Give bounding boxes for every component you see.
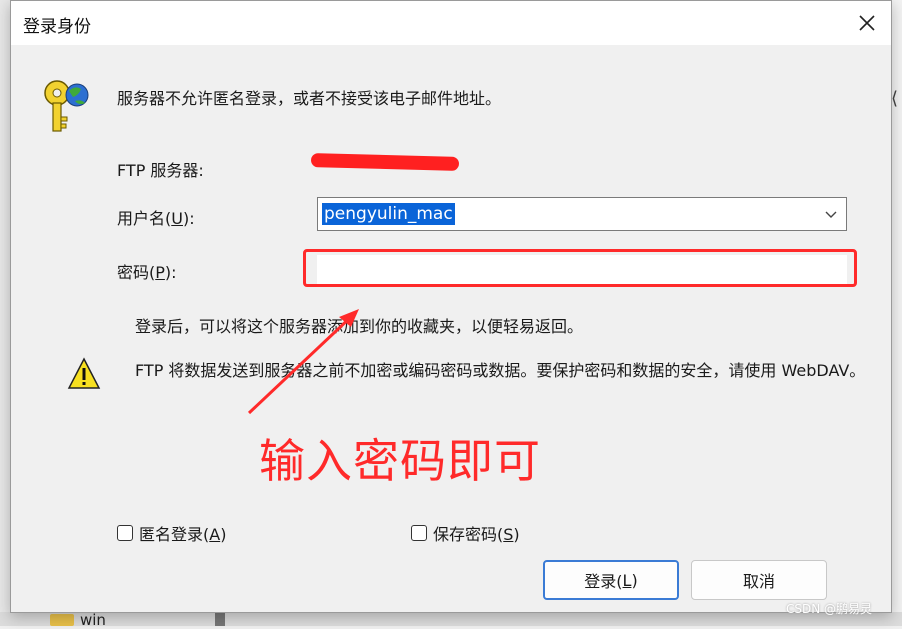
dialog-title: 登录身份 (23, 17, 91, 37)
dialog-titlebar[interactable]: 登录身份 (11, 1, 891, 45)
annotation-text: 输入密码即可 (259, 434, 541, 488)
server-label: FTP 服务器: (117, 161, 204, 180)
chevron-down-icon[interactable] (824, 207, 838, 221)
anonymous-login-label: 匿名登录(A) (139, 525, 227, 544)
key-globe-icon (44, 80, 89, 132)
background-scrollbar[interactable] (215, 612, 225, 626)
password-label: 密码(P): (117, 263, 177, 282)
close-icon (859, 15, 875, 31)
cancel-button[interactable]: 取消 (691, 560, 827, 600)
login-dialog: 登录身份 服务器不允许匿名登录，或者不接受该电子邮件地址。 FTP 服务器: 用… (10, 0, 892, 613)
watermark: CSDN @鹏易灵 (786, 602, 873, 616)
save-password-checkbox[interactable]: 保存密码(S) (411, 521, 520, 545)
server-value-redacted (310, 153, 460, 171)
annotation-arrow (247, 309, 359, 415)
annotation-highlight-box (303, 249, 857, 287)
background-folder-label[interactable]: win (80, 611, 106, 629)
anonymous-checkbox-box[interactable] (117, 525, 133, 541)
close-button[interactable] (847, 5, 887, 41)
save-password-label: 保存密码(S) (433, 525, 520, 544)
message-text: 服务器不允许匿名登录，或者不接受该电子邮件地址。 (117, 89, 502, 108)
background-nav-icon: ⟨ (891, 88, 899, 109)
save-password-checkbox-box[interactable] (411, 525, 427, 541)
login-button[interactable]: 登录(L) (543, 560, 679, 600)
background-bottom-bar (0, 612, 902, 626)
anonymous-login-checkbox[interactable]: 匿名登录(A) (117, 521, 226, 545)
warning-icon (67, 357, 101, 389)
username-value[interactable]: pengyulin_mac (322, 203, 455, 225)
folder-icon (50, 614, 74, 626)
username-label: 用户名(U): (117, 209, 195, 228)
username-combobox[interactable]: pengyulin_mac (317, 197, 847, 231)
